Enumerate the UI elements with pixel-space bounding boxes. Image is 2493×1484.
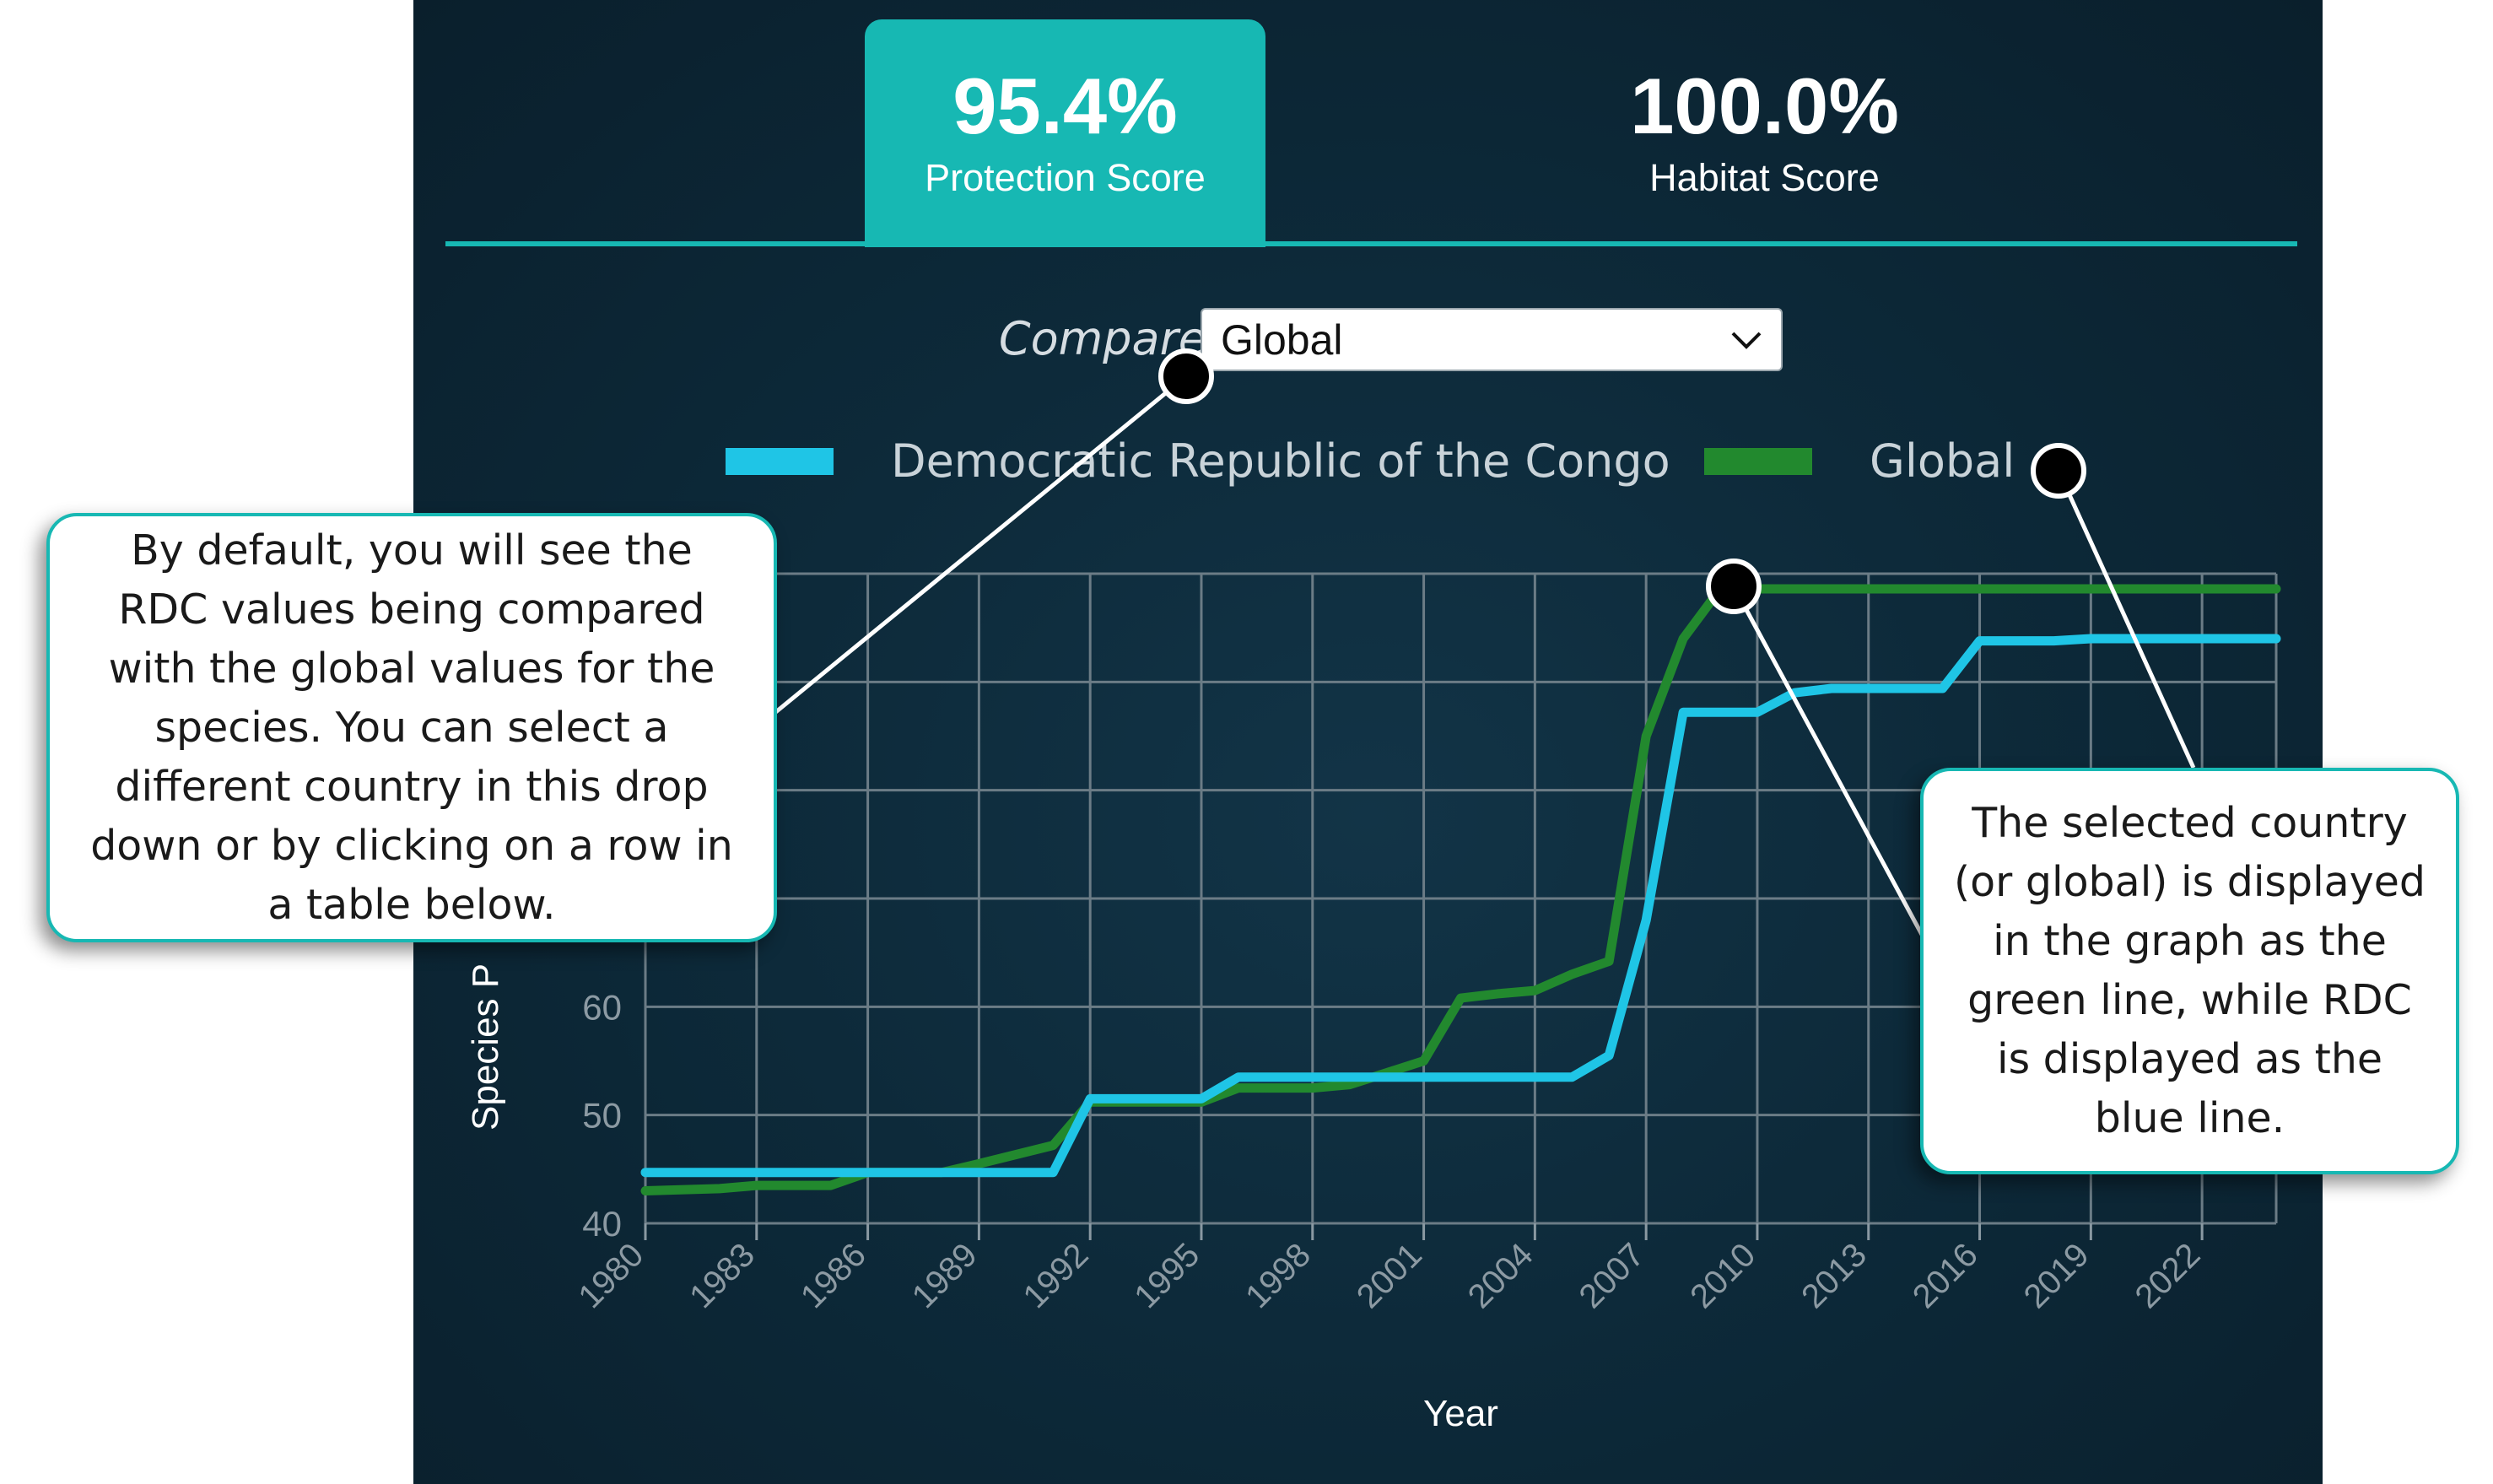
x-tick-label: 2016 (1906, 1236, 1985, 1315)
x-tick-label: 2019 (2017, 1236, 2096, 1315)
callout-right: The selected country (or global) is disp… (1920, 768, 2459, 1174)
x-tick-label: 2022 (2128, 1236, 2207, 1315)
x-tick-label: 1980 (571, 1236, 650, 1315)
callout-left: By default, you will see the RDC values … (46, 513, 777, 942)
x-axis-label: Year (1423, 1393, 1498, 1434)
x-tick-label: 1983 (683, 1236, 762, 1315)
x-tick-label: 1995 (1127, 1236, 1206, 1315)
x-tick-label: 2010 (1683, 1236, 1762, 1315)
x-tick-label: 1986 (794, 1236, 873, 1315)
x-tick-label: 1998 (1238, 1236, 1318, 1315)
x-tick-label: 1992 (1017, 1236, 1096, 1315)
x-tick-label: 2007 (1572, 1236, 1651, 1315)
x-tick-label: 2004 (1461, 1236, 1541, 1315)
y-tick-label: 60 (582, 987, 622, 1027)
y-tick-label: 40 (582, 1204, 622, 1244)
x-tick-label: 2001 (1350, 1236, 1429, 1315)
x-tick-label: 2013 (1794, 1236, 1874, 1315)
x-tick-label: 1989 (905, 1236, 985, 1315)
y-tick-label: 50 (582, 1096, 622, 1136)
y-axis-label: Species P (465, 963, 506, 1131)
